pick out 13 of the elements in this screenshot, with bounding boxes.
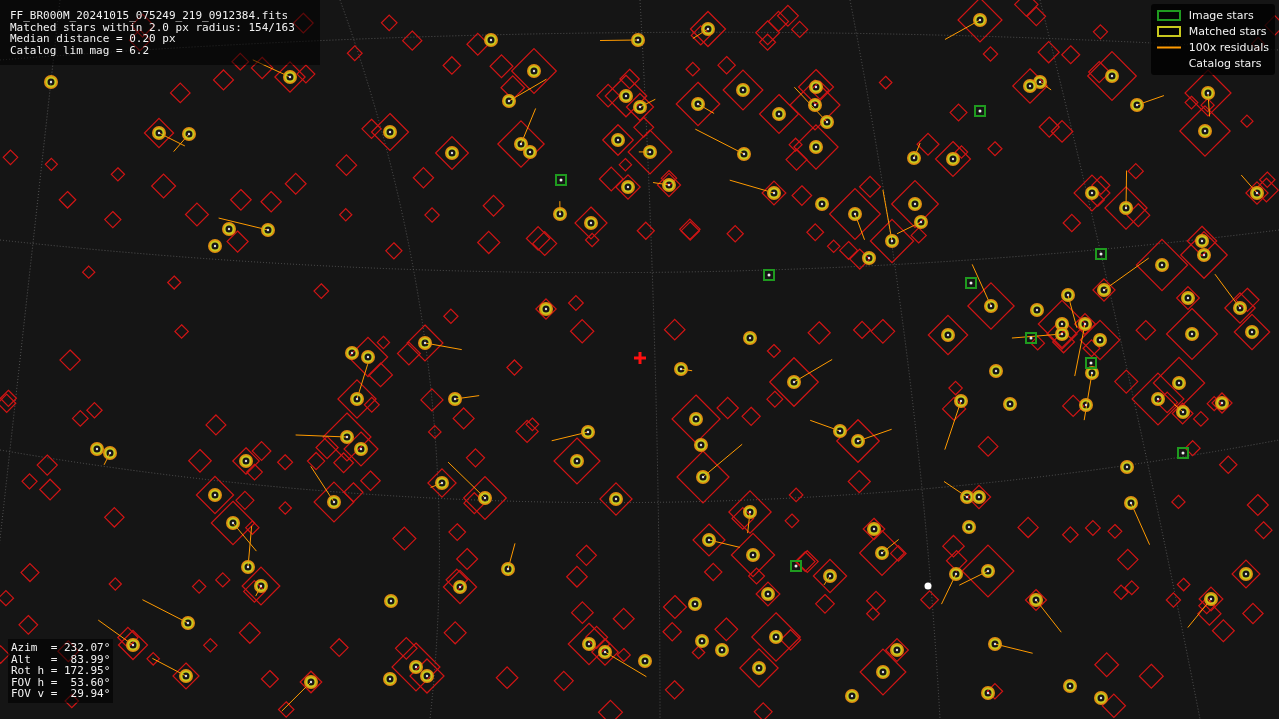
info-text: Matched stars within 2.0 px radius: 154/163 — [10, 21, 296, 33]
info-text: Catalog lim mag = 6.2 — [10, 44, 151, 56]
legend-label: Matched stars — [1188, 25, 1267, 38]
legend-label: Catalog stars — [1188, 57, 1262, 70]
legend-label: 100x residuals — [1188, 41, 1269, 54]
pointing-text: Rot h = 172.95° — [11, 665, 111, 677]
pointing-text: FOV h = 53.60° — [11, 676, 111, 688]
pointing-text: FOV v = 29.94° — [11, 688, 111, 700]
legend-label: Image stars — [1188, 9, 1254, 22]
pointing-text: Azim = 232.07° — [11, 642, 111, 654]
info-text: FF_BR000M_20241015_075249_219_0912384.fits — [10, 10, 290, 22]
pointing-text: Alt = 83.99° — [11, 653, 111, 665]
info-text: Median distance = 0.20 px — [10, 33, 176, 45]
